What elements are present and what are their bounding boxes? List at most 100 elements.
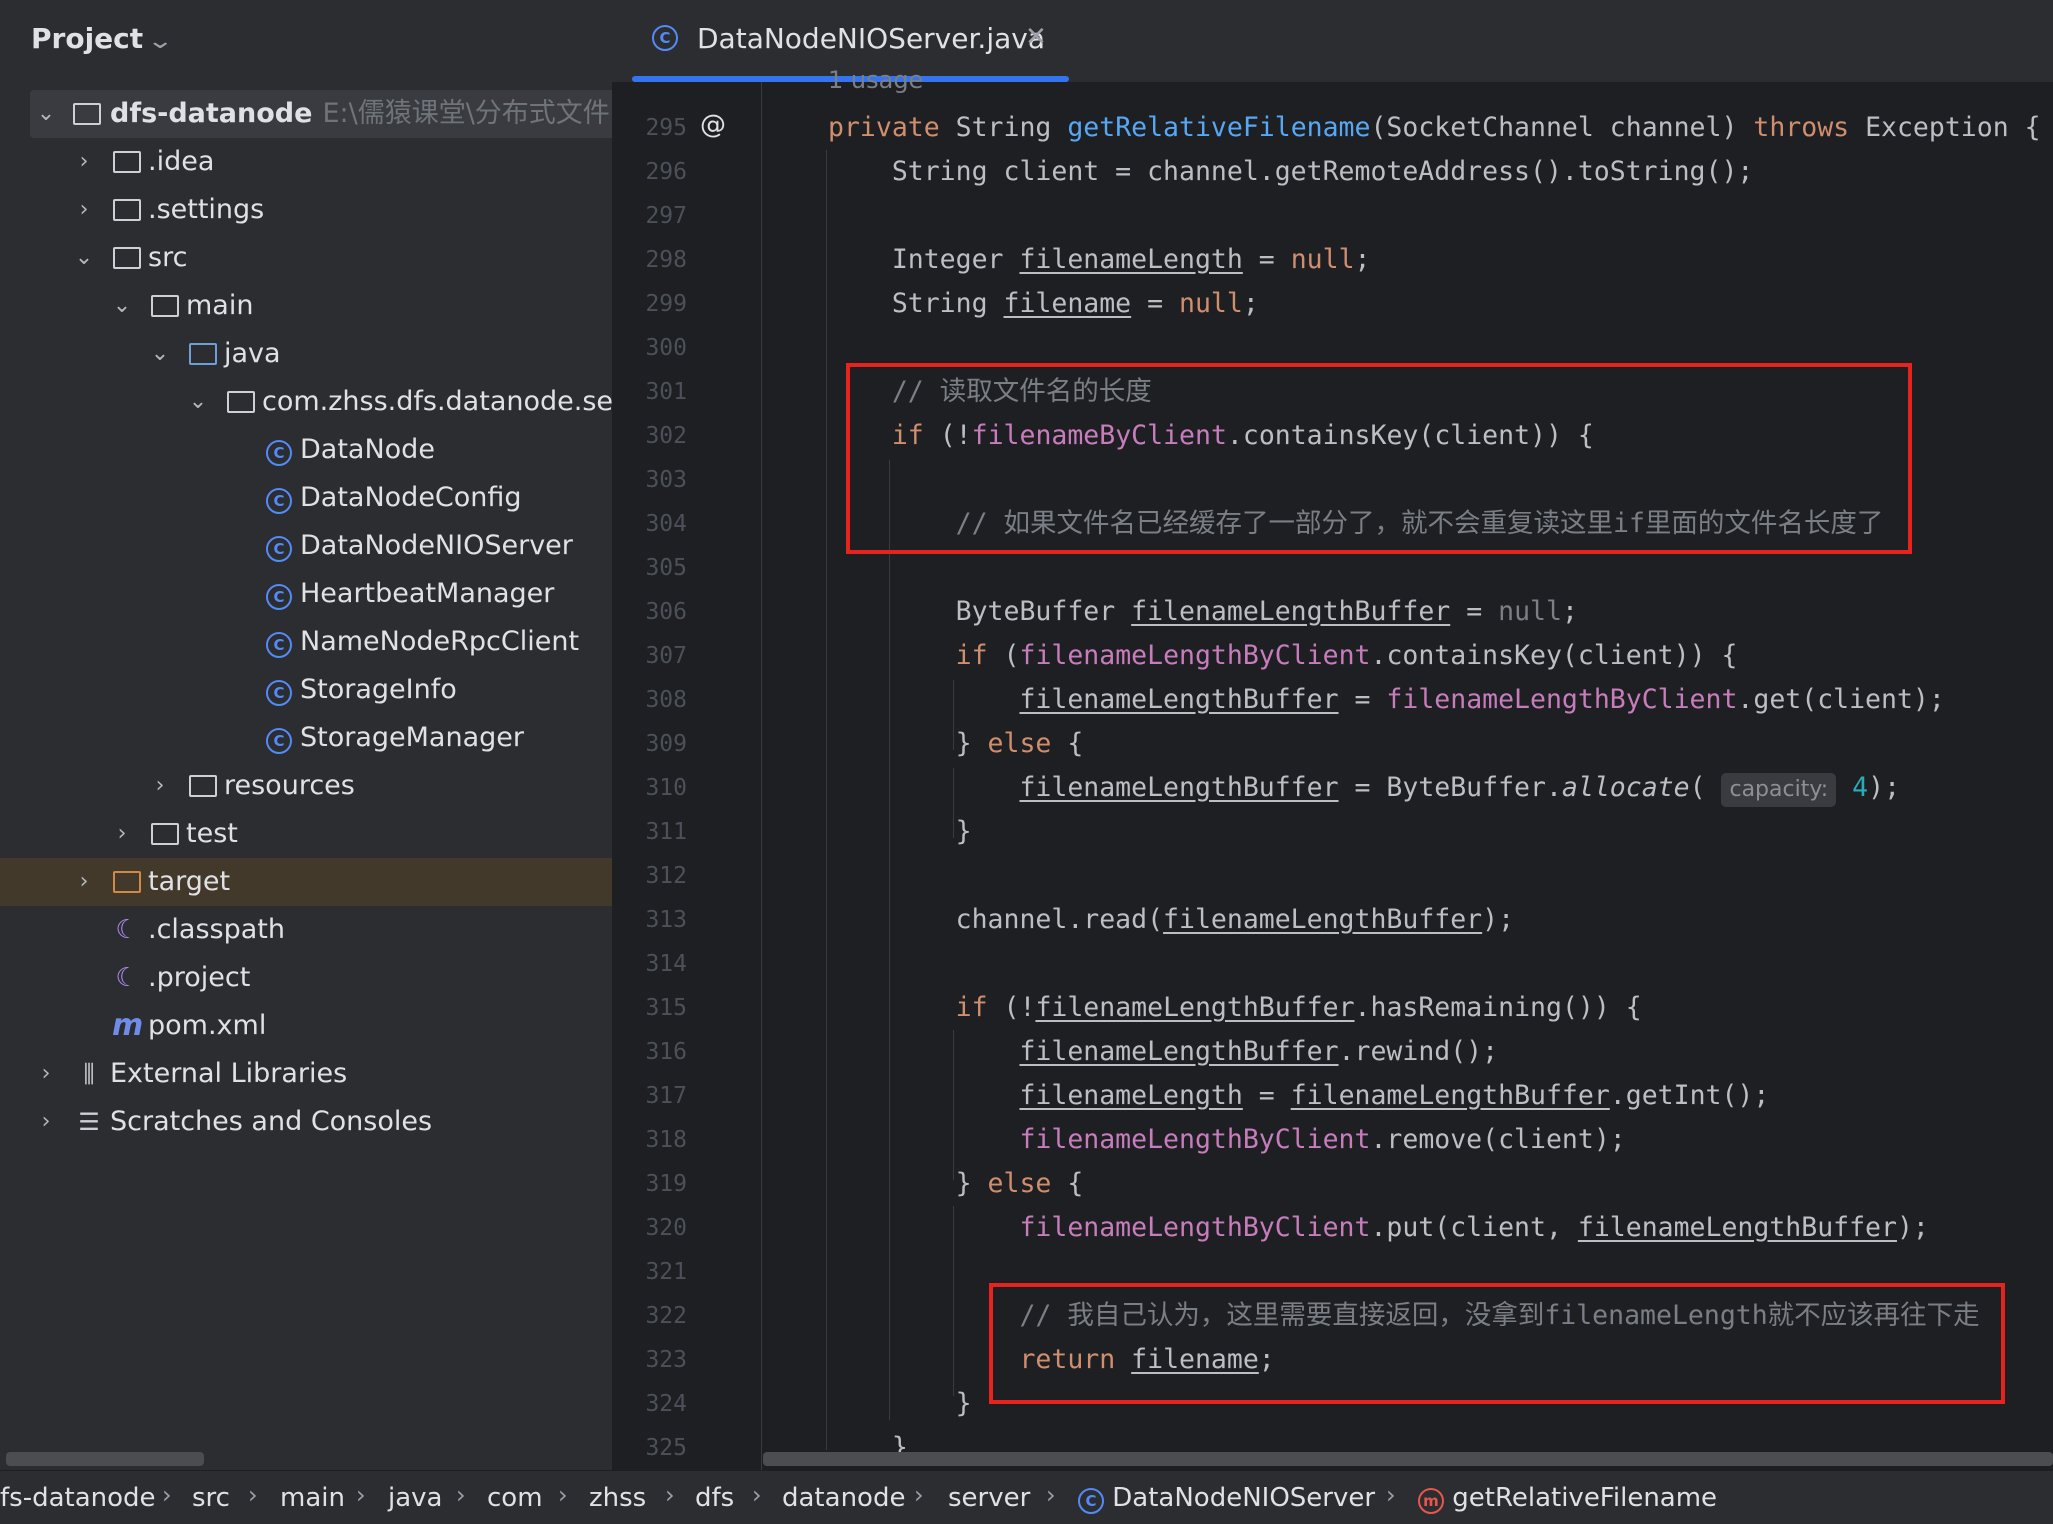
line-number: 312 (645, 863, 687, 889)
chevron-right-icon[interactable]: › (36, 1098, 56, 1146)
tree-item-class[interactable]: C HeartbeatManager (0, 570, 612, 618)
code-line[interactable]: filenameLengthByClient.remove(client); (828, 1118, 1625, 1162)
tree-item-label: DataNode (300, 434, 435, 465)
scratches-icon: ☰ (78, 1108, 100, 1136)
chevron-right-icon[interactable]: › (150, 762, 170, 810)
library-icon: ⫼ (83, 1060, 95, 1088)
tree-item-class[interactable]: C StorageInfo (0, 666, 612, 714)
line-number: 298 (645, 247, 687, 273)
tree-item-label: test (186, 818, 238, 849)
project-panel-title[interactable]: Project ⌄ (31, 22, 174, 55)
line-number: 305 (645, 555, 687, 581)
line-number: 308 (645, 687, 687, 713)
chevron-right-icon[interactable]: › (112, 810, 132, 858)
breadcrumb-item[interactable]: src (192, 1483, 230, 1513)
code-line[interactable]: } else { (828, 1162, 1084, 1206)
chevron-down-icon[interactable]: ⌄ (36, 90, 56, 138)
code-line[interactable]: filenameLength = filenameLengthBuffer.ge… (828, 1074, 1769, 1118)
code-line[interactable]: String client = channel.getRemoteAddress… (828, 150, 1754, 194)
tree-item-java[interactable]: ⌄ java (0, 330, 612, 378)
line-number: 316 (645, 1039, 687, 1065)
tree-item-target[interactable]: › target (0, 858, 612, 906)
sidebar-horizontal-scrollbar[interactable] (6, 1452, 204, 1466)
class-icon: C (652, 25, 678, 51)
close-icon[interactable]: ✕ (1025, 22, 1047, 52)
tree-item-label: External Libraries (110, 1058, 348, 1089)
tree-item-main[interactable]: ⌄ main (0, 282, 612, 330)
chevron-down-icon[interactable]: ⌄ (112, 282, 132, 330)
editor-horizontal-scrollbar[interactable] (763, 1452, 2053, 1466)
tree-item-classpath[interactable]: ☾ .classpath (0, 906, 612, 954)
chevron-right-icon: › (248, 1481, 258, 1509)
breadcrumb-class[interactable]: C DataNodeNIOServer (1078, 1483, 1375, 1514)
code-line[interactable]: filenameLengthBuffer.rewind(); (828, 1030, 1498, 1074)
line-number: 304 (645, 511, 687, 537)
chevron-down-icon[interactable]: ⌄ (74, 234, 94, 282)
tree-item-class[interactable]: C DataNodeConfig (0, 474, 612, 522)
code-line[interactable]: if (filenameLengthByClient.containsKey(c… (828, 634, 1738, 678)
breadcrumb-item[interactable]: com (487, 1483, 543, 1513)
code-line[interactable]: Integer filenameLength = null; (828, 238, 1371, 282)
line-number: 309 (645, 731, 687, 757)
line-number: 301 (645, 379, 687, 405)
parameter-hint: capacity: (1721, 773, 1837, 807)
tree-item-package[interactable]: ⌄ com.zhss.dfs.datanode.server (0, 378, 612, 426)
tree-item-label: dfs-datanode (110, 98, 313, 129)
chevron-right-icon: › (752, 1481, 762, 1509)
code-line[interactable]: filenameLengthBuffer = ByteBuffer.alloca… (828, 766, 1900, 810)
code-line[interactable]: String filename = null; (828, 282, 1259, 326)
breadcrumb-item[interactable]: server (948, 1483, 1030, 1513)
tree-item-project[interactable]: ☾ .project (0, 954, 612, 1002)
code-line[interactable]: } else { (828, 722, 1084, 766)
line-number: 311 (645, 819, 687, 845)
chevron-right-icon[interactable]: › (36, 1050, 56, 1098)
class-icon: C (264, 426, 294, 474)
breadcrumb-item[interactable]: fs-datanode (0, 1483, 156, 1513)
tree-item-src[interactable]: ⌄ src (0, 234, 612, 282)
breadcrumb-item[interactable]: zhss (589, 1483, 646, 1513)
code-line[interactable]: filenameLengthByClient.put(client, filen… (828, 1206, 1928, 1250)
line-number: 296 (645, 159, 687, 185)
tree-item-class[interactable]: C NameNodeRpcClient (0, 618, 612, 666)
tree-item-label: target (148, 866, 231, 897)
tree-item-label: NameNodeRpcClient (300, 626, 580, 657)
override-icon[interactable]: @ (700, 110, 726, 140)
tree-item-label: DataNodeNIOServer (300, 530, 573, 561)
code-line[interactable]: if (!filenameLengthBuffer.hasRemaining()… (828, 986, 1642, 1030)
breadcrumb-item[interactable]: dfs (695, 1483, 734, 1513)
code-line[interactable]: } (828, 810, 972, 854)
code-line[interactable]: ByteBuffer filenameLengthBuffer = null; (828, 590, 1578, 634)
breadcrumb-item[interactable]: datanode (782, 1483, 905, 1513)
code-line[interactable]: } (828, 1382, 972, 1426)
tree-item-class[interactable]: C DataNodeNIOServer (0, 522, 612, 570)
source-folder-icon (188, 330, 218, 378)
breadcrumb-method[interactable]: m getRelativeFilename (1418, 1483, 1717, 1514)
code-line[interactable]: channel.read(filenameLengthBuffer); (828, 898, 1514, 942)
tree-item-scratches[interactable]: › ☰ Scratches and Consoles (0, 1098, 612, 1146)
line-number: 317 (645, 1083, 687, 1109)
chevron-right-icon[interactable]: › (74, 858, 94, 906)
class-icon: C (264, 474, 294, 522)
usage-hint[interactable]: 1 usage (828, 66, 923, 94)
line-number: 302 (645, 423, 687, 449)
chevron-down-icon[interactable]: ⌄ (188, 378, 208, 426)
chevron-right-icon: › (356, 1481, 366, 1509)
code-line[interactable]: private String getRelativeFilename(Socke… (828, 106, 2041, 150)
chevron-right-icon[interactable]: › (74, 138, 94, 186)
line-number: 323 (645, 1347, 687, 1373)
tree-item-pom[interactable]: m pom.xml (0, 1002, 612, 1050)
tree-item-idea[interactable]: › .idea (0, 138, 612, 186)
tree-item-test[interactable]: › test (0, 810, 612, 858)
tree-item-class[interactable]: C DataNode (0, 426, 612, 474)
chevron-right-icon[interactable]: › (74, 186, 94, 234)
chevron-down-icon[interactable]: ⌄ (150, 330, 170, 378)
tree-item-external-libraries[interactable]: › ⫼ External Libraries (0, 1050, 612, 1098)
tree-item-root[interactable]: ⌄ dfs-datanode E:\儒猿课堂\分布式文件系统 (30, 90, 612, 138)
breadcrumb-item[interactable]: java (388, 1483, 442, 1513)
breadcrumb-item[interactable]: main (280, 1483, 345, 1513)
code-line[interactable]: filenameLengthBuffer = filenameLengthByC… (828, 678, 1944, 722)
tree-item-resources[interactable]: › resources (0, 762, 612, 810)
tree-item-settings[interactable]: › .settings (0, 186, 612, 234)
excluded-folder-icon (112, 858, 142, 906)
tree-item-class[interactable]: C StorageManager (0, 714, 612, 762)
